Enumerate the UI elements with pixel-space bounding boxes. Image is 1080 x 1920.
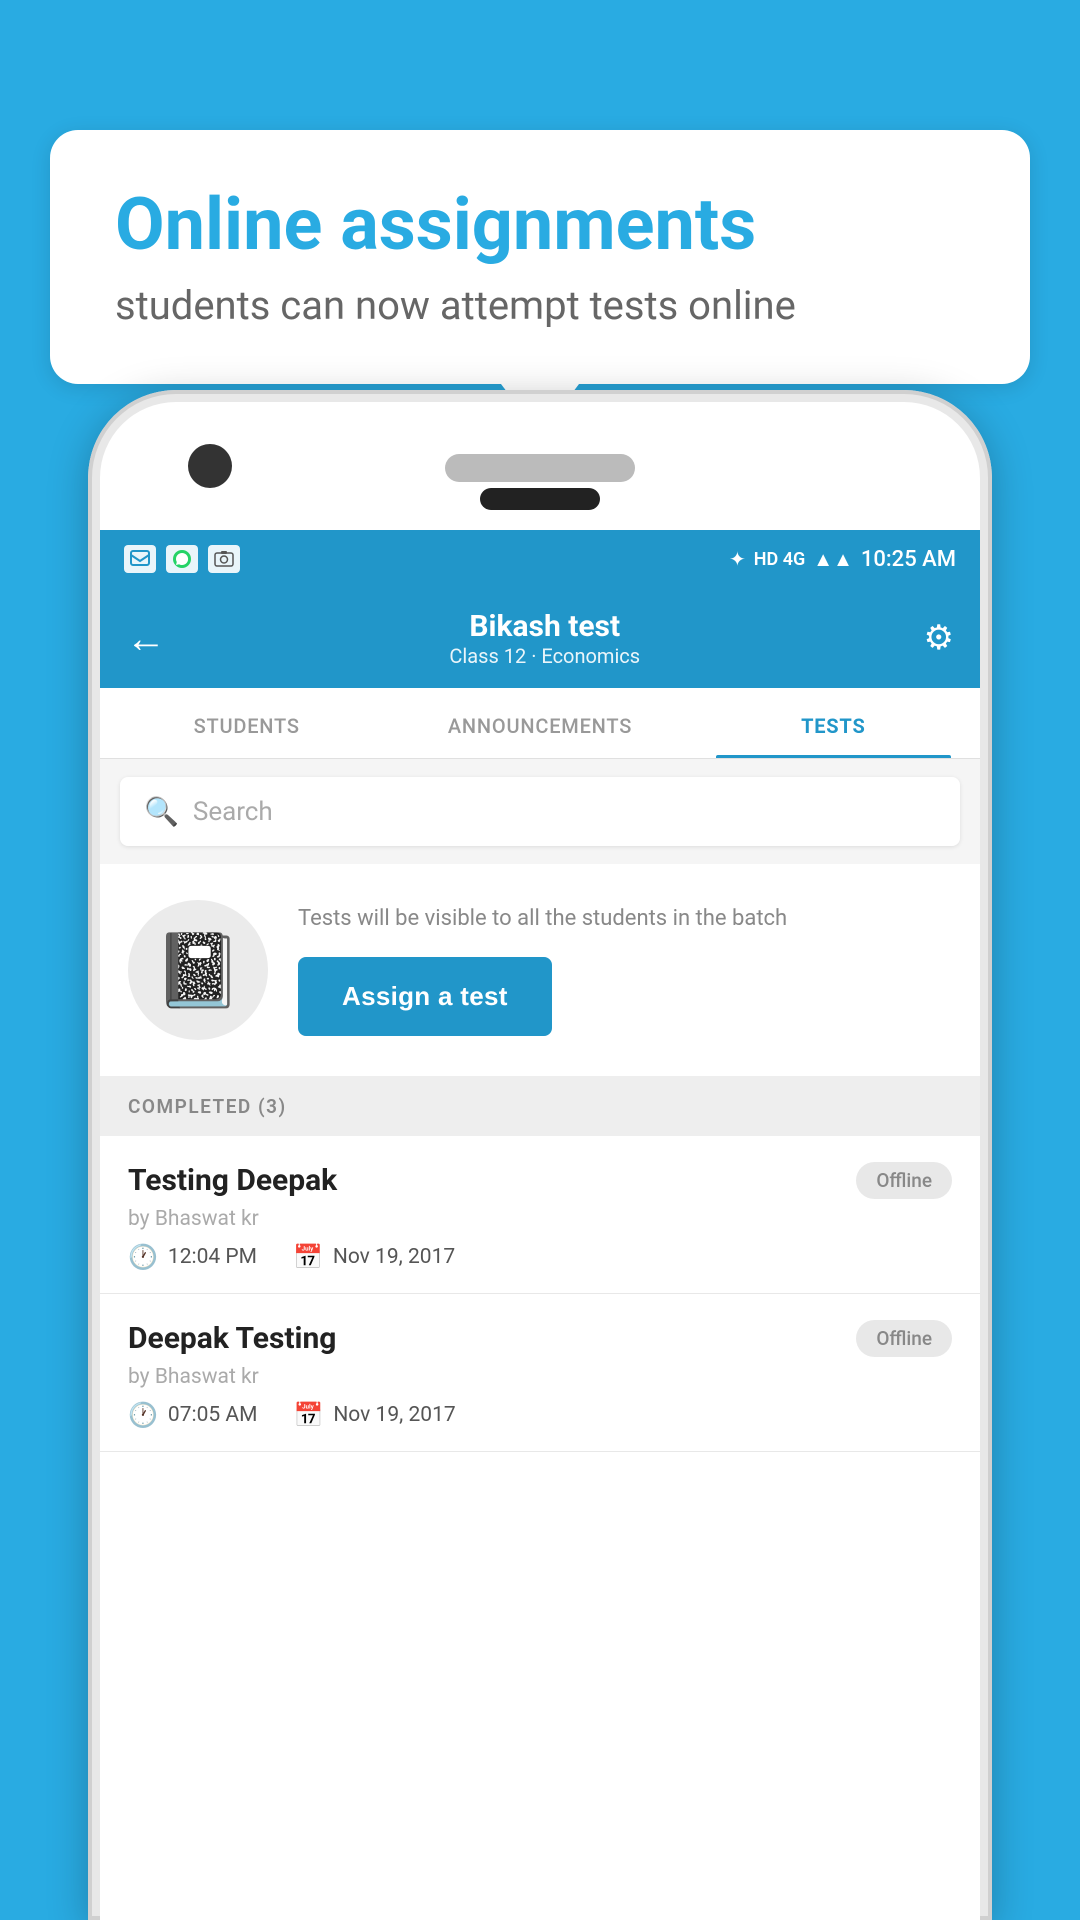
assign-content: Tests will be visible to all the student… — [298, 904, 952, 1036]
test-item: Testing Deepak Offline by Bhaswat kr 🕐 1… — [100, 1136, 980, 1294]
assign-test-button[interactable]: Assign a test — [298, 957, 552, 1036]
earpiece — [480, 488, 600, 510]
settings-button[interactable]: ⚙ — [924, 618, 954, 658]
status-time: 10:25 AM — [861, 547, 956, 572]
calendar-icon-2: 📅 — [293, 1401, 323, 1429]
network-badge: HD 4G — [754, 549, 806, 570]
test-meta-2: 🕐 07:05 AM 📅 Nov 19, 2017 — [128, 1401, 952, 1429]
search-icon: 🔍 — [144, 795, 179, 828]
notification-icon-1 — [124, 545, 156, 573]
speaker-grille — [445, 454, 635, 482]
tab-students[interactable]: STUDENTS — [100, 688, 393, 758]
screen: ✦ HD 4G ▲▲ 10:25 AM ← Bikash test Class … — [100, 530, 980, 1920]
assign-description: Tests will be visible to all the student… — [298, 904, 952, 935]
class-name: Bikash test — [166, 609, 924, 644]
test-name-1: Testing Deepak — [128, 1163, 337, 1198]
clock-icon-1: 🕐 — [128, 1243, 158, 1271]
app-bar: ← Bikash test Class 12 · Economics ⚙ — [100, 588, 980, 688]
camera-dot — [188, 444, 232, 488]
test-author-2: by Bhaswat kr — [128, 1365, 952, 1389]
clock-icon-2: 🕐 — [128, 1401, 158, 1429]
signal-bars: ▲▲ — [813, 547, 853, 572]
back-button[interactable]: ← — [126, 615, 166, 662]
completed-header: COMPLETED (3) — [100, 1077, 980, 1136]
search-container: 🔍 Search — [100, 759, 980, 864]
test-author-1: by Bhaswat kr — [128, 1207, 952, 1231]
tabs-bar: STUDENTS ANNOUNCEMENTS TESTS — [100, 688, 980, 759]
status-icons — [124, 545, 240, 573]
assign-icon-circle: 📓 — [128, 900, 268, 1040]
notebook-icon: 📓 — [153, 928, 243, 1013]
test-date-1: 📅 Nov 19, 2017 — [293, 1243, 455, 1271]
bluetooth-icon: ✦ — [729, 547, 746, 571]
calendar-icon-1: 📅 — [293, 1243, 323, 1271]
photo-icon — [208, 545, 240, 573]
whatsapp-icon — [166, 545, 198, 573]
tab-announcements[interactable]: ANNOUNCEMENTS — [393, 688, 686, 758]
test-item-2: Deepak Testing Offline by Bhaswat kr 🕐 0… — [100, 1294, 980, 1452]
test-meta-1: 🕐 12:04 PM 📅 Nov 19, 2017 — [128, 1243, 952, 1271]
test-item-header-1: Testing Deepak Offline — [128, 1162, 952, 1199]
test-item-header-2: Deepak Testing Offline — [128, 1320, 952, 1357]
test-date-2: 📅 Nov 19, 2017 — [293, 1401, 455, 1429]
tab-tests[interactable]: TESTS — [687, 688, 980, 758]
assign-section: 📓 Tests will be visible to all the stude… — [100, 864, 980, 1077]
phone-frame: ✦ HD 4G ▲▲ 10:25 AM ← Bikash test Class … — [88, 390, 992, 1920]
search-bar[interactable]: 🔍 Search — [120, 777, 960, 846]
search-placeholder: Search — [193, 797, 273, 827]
speech-bubble: Online assignments students can now atte… — [50, 130, 1030, 384]
offline-badge-1: Offline — [856, 1162, 952, 1199]
class-subtitle: Class 12 · Economics — [166, 644, 924, 668]
phone-inner: ✦ HD 4G ▲▲ 10:25 AM ← Bikash test Class … — [100, 402, 980, 1920]
bubble-title: Online assignments — [115, 185, 965, 264]
bubble-subtitle: students can now attempt tests online — [115, 282, 965, 329]
offline-badge-2: Offline — [856, 1320, 952, 1357]
status-bar: ✦ HD 4G ▲▲ 10:25 AM — [100, 530, 980, 588]
test-time-2: 🕐 07:05 AM — [128, 1401, 257, 1429]
test-name-2: Deepak Testing — [128, 1321, 336, 1356]
app-bar-title-group: Bikash test Class 12 · Economics — [166, 609, 924, 668]
test-time-1: 🕐 12:04 PM — [128, 1243, 257, 1271]
status-right: ✦ HD 4G ▲▲ 10:25 AM — [729, 547, 956, 572]
